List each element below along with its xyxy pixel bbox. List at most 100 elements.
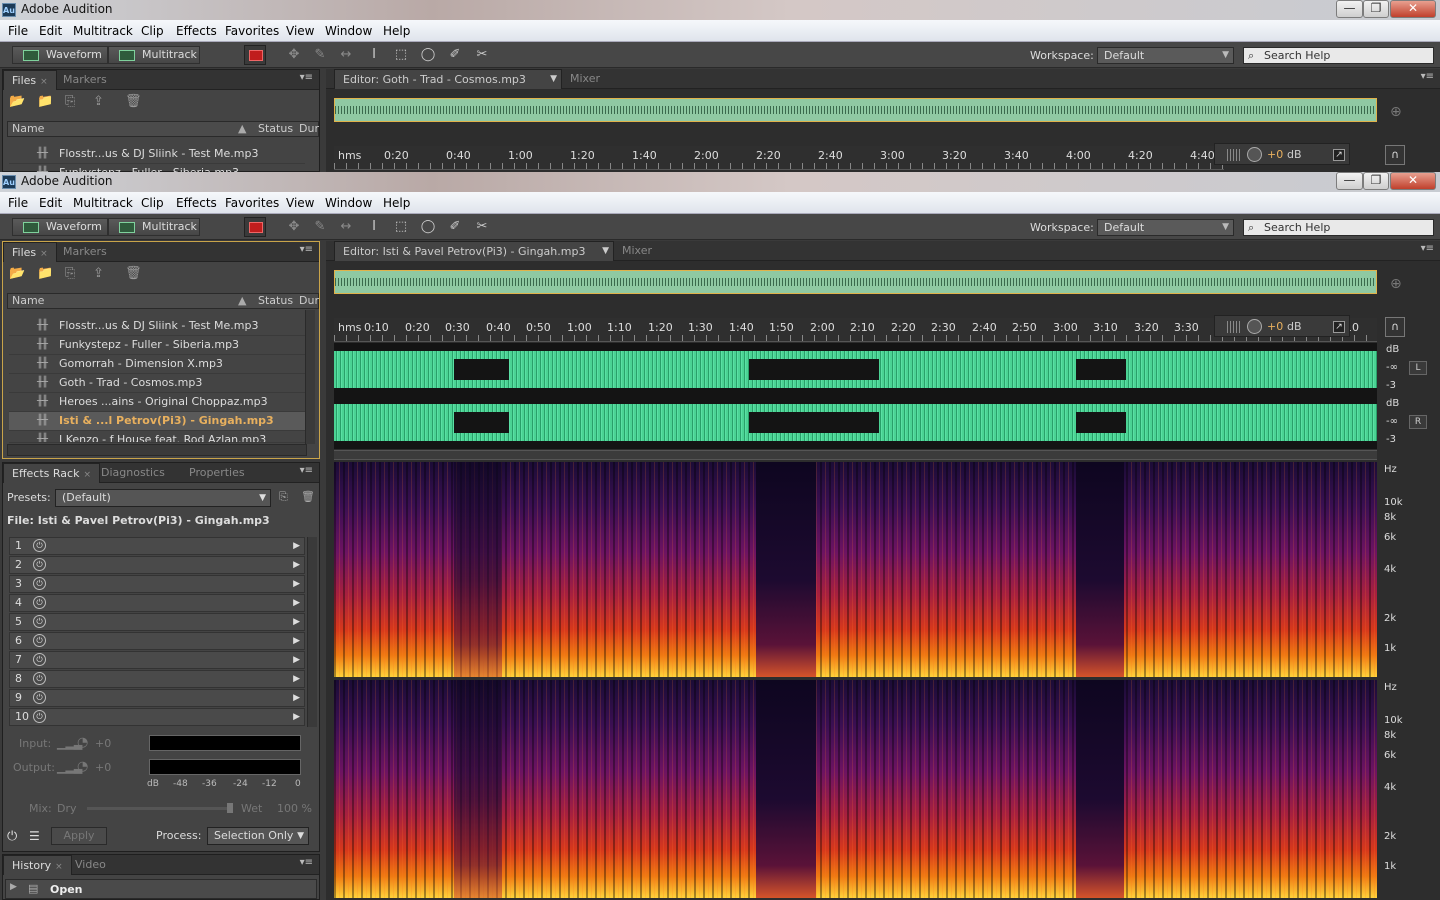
- chevron-right-icon[interactable]: ▶: [293, 709, 300, 725]
- power-icon[interactable]: ⏻: [33, 653, 46, 666]
- effect-slot[interactable]: 4 ⏻ ▶: [9, 594, 305, 612]
- export-icon[interactable]: ⇪: [93, 94, 104, 109]
- effect-slot[interactable]: 7 ⏻ ▶: [9, 651, 305, 669]
- workspace-select[interactable]: Default ▼: [1097, 47, 1234, 64]
- menu-view[interactable]: View: [286, 24, 314, 38]
- tab-mixer[interactable]: Mixer: [614, 241, 660, 261]
- presets-select[interactable]: (Default) ▼: [55, 489, 271, 507]
- chevron-right-icon[interactable]: ▶: [293, 614, 300, 630]
- maximize-button[interactable]: ❐: [1363, 172, 1389, 190]
- column-duration[interactable]: Dur: [299, 294, 319, 308]
- files-scrollbar[interactable]: [305, 310, 315, 444]
- import-icon[interactable]: 📁: [37, 94, 53, 109]
- menu-effects[interactable]: Effects: [176, 24, 217, 38]
- output-knob-icon[interactable]: ◔: [77, 759, 88, 774]
- column-duration[interactable]: Dur: [299, 122, 319, 136]
- tab-mixer[interactable]: Mixer: [562, 69, 608, 89]
- chevron-right-icon[interactable]: ▶: [293, 652, 300, 668]
- close-button[interactable]: ✕: [1390, 172, 1436, 190]
- menu-clip[interactable]: Clip: [141, 24, 164, 38]
- headphone-icon[interactable]: ∩: [1385, 317, 1405, 337]
- time-ruler[interactable]: hms 0:20 0:40 1:00 1:20 1:40 2:00 2:20 2…: [334, 146, 1224, 170]
- tab-markers[interactable]: Markers: [55, 70, 115, 90]
- input-gain-value[interactable]: +0: [95, 737, 111, 750]
- menu-file[interactable]: File: [8, 196, 28, 210]
- panel-menu-icon[interactable]: ▾≡: [300, 244, 313, 255]
- headphone-icon[interactable]: ∩: [1385, 145, 1405, 165]
- overview-waveform[interactable]: [334, 270, 1377, 294]
- panel-menu-icon[interactable]: ▾≡: [1421, 71, 1434, 82]
- menu-clip[interactable]: Clip: [141, 196, 164, 210]
- brush-tool-icon[interactable]: ✐: [447, 48, 463, 62]
- trash-icon[interactable]: 🗑: [125, 266, 142, 281]
- marquee-tool-icon[interactable]: ⬚: [393, 220, 409, 234]
- pin-icon[interactable]: ↗: [1333, 149, 1345, 161]
- files-hscrollbar[interactable]: [7, 444, 307, 456]
- close-icon[interactable]: ×: [40, 249, 48, 259]
- brush-tool-icon[interactable]: ✐: [447, 220, 463, 234]
- trash-icon[interactable]: 🗑: [301, 490, 315, 503]
- open-folder-icon[interactable]: 📂: [9, 266, 25, 281]
- gain-knob[interactable]: [1247, 319, 1262, 334]
- menu-help[interactable]: Help: [383, 196, 410, 210]
- input-knob-icon[interactable]: ◔: [77, 735, 88, 750]
- column-status[interactable]: Status: [258, 294, 293, 308]
- waveform-right-channel[interactable]: [334, 396, 1377, 449]
- tab-video[interactable]: Video: [67, 855, 114, 875]
- menu-multitrack[interactable]: Multitrack: [73, 24, 133, 38]
- waveform-view-button[interactable]: Waveform: [12, 218, 108, 236]
- chevron-right-icon[interactable]: ▶: [293, 576, 300, 592]
- apply-button[interactable]: Apply: [51, 827, 107, 845]
- chevron-right-icon[interactable]: ▶: [293, 538, 300, 554]
- move-tool-icon[interactable]: ✥: [286, 48, 302, 62]
- record-button[interactable]: [244, 217, 266, 237]
- slip-tool-icon[interactable]: ↔: [338, 220, 354, 234]
- workspace-select[interactable]: Default ▼: [1097, 219, 1234, 236]
- chevron-down-icon[interactable]: ▼: [602, 242, 609, 261]
- razor-tool-icon[interactable]: ✎: [312, 220, 328, 234]
- effect-slot[interactable]: 10 ⏻ ▶: [9, 708, 305, 726]
- gain-knob[interactable]: [1247, 147, 1262, 162]
- panel-menu-icon[interactable]: ▾≡: [300, 465, 313, 476]
- spot-healing-tool-icon[interactable]: ✂: [474, 220, 490, 234]
- tab-properties[interactable]: Properties: [181, 463, 253, 483]
- view-divider[interactable]: [334, 450, 1377, 460]
- power-icon[interactable]: ⏻: [33, 672, 46, 685]
- effect-slot[interactable]: 8 ⏻ ▶: [9, 670, 305, 688]
- lasso-tool-icon[interactable]: ◯: [420, 220, 436, 234]
- list-item[interactable]: ╫╫ Gomorrah - Dimension X.mp3: [9, 355, 305, 374]
- menu-effects[interactable]: Effects: [176, 196, 217, 210]
- column-name[interactable]: Name: [12, 294, 44, 308]
- list-item[interactable]: ╫╫ Funkystepz - Fuller - Siberia.mp3: [9, 336, 305, 355]
- zoom-icon[interactable]: ⊕: [1390, 104, 1402, 120]
- chevron-right-icon[interactable]: ▶: [293, 557, 300, 573]
- tab-history[interactable]: History ×: [3, 855, 72, 875]
- tab-effects-rack[interactable]: Effects Rack ×: [3, 463, 100, 483]
- menu-window[interactable]: Window: [325, 196, 372, 210]
- list-item[interactable]: ╫╫ Flosstr...us & DJ Sliink - Test Me.mp3: [9, 145, 305, 164]
- trash-icon[interactable]: 🗑: [125, 94, 142, 109]
- gain-value[interactable]: +0: [1267, 148, 1283, 161]
- list-icon[interactable]: ☰: [29, 829, 40, 843]
- tab-diagnostics[interactable]: Diagnostics: [93, 463, 173, 483]
- power-icon[interactable]: ⏻: [33, 710, 46, 723]
- power-icon[interactable]: ⏻: [33, 596, 46, 609]
- tab-editor[interactable]: Editor: Isti & Pavel Petrov(Pi3) - Ginga…: [334, 241, 614, 261]
- wet-value[interactable]: 100 %: [277, 802, 312, 815]
- waveform-view-button[interactable]: Waveform: [12, 46, 108, 64]
- menu-favorites[interactable]: Favorites: [225, 24, 279, 38]
- move-tool-icon[interactable]: ✥: [286, 220, 302, 234]
- save-preset-icon[interactable]: ⎘: [279, 490, 288, 504]
- effects-scrollbar[interactable]: [307, 537, 317, 727]
- list-item[interactable]: ╫╫ Goth - Trad - Cosmos.mp3: [9, 374, 305, 393]
- mix-slider-handle[interactable]: [227, 803, 233, 813]
- close-button[interactable]: ✕: [1390, 0, 1436, 18]
- column-name[interactable]: Name: [12, 122, 44, 136]
- effect-slot[interactable]: 5 ⏻ ▶: [9, 613, 305, 631]
- multitrack-view-button[interactable]: Multitrack: [108, 46, 200, 64]
- marquee-tool-icon[interactable]: ⬚: [393, 48, 409, 62]
- search-help-input[interactable]: ⌕ Search Help: [1243, 219, 1434, 236]
- effect-slot[interactable]: 2 ⏻ ▶: [9, 556, 305, 574]
- close-icon[interactable]: ×: [83, 470, 91, 480]
- list-item[interactable]: ╫╫ Heroes ...ains - Original Choppaz.mp3: [9, 393, 305, 412]
